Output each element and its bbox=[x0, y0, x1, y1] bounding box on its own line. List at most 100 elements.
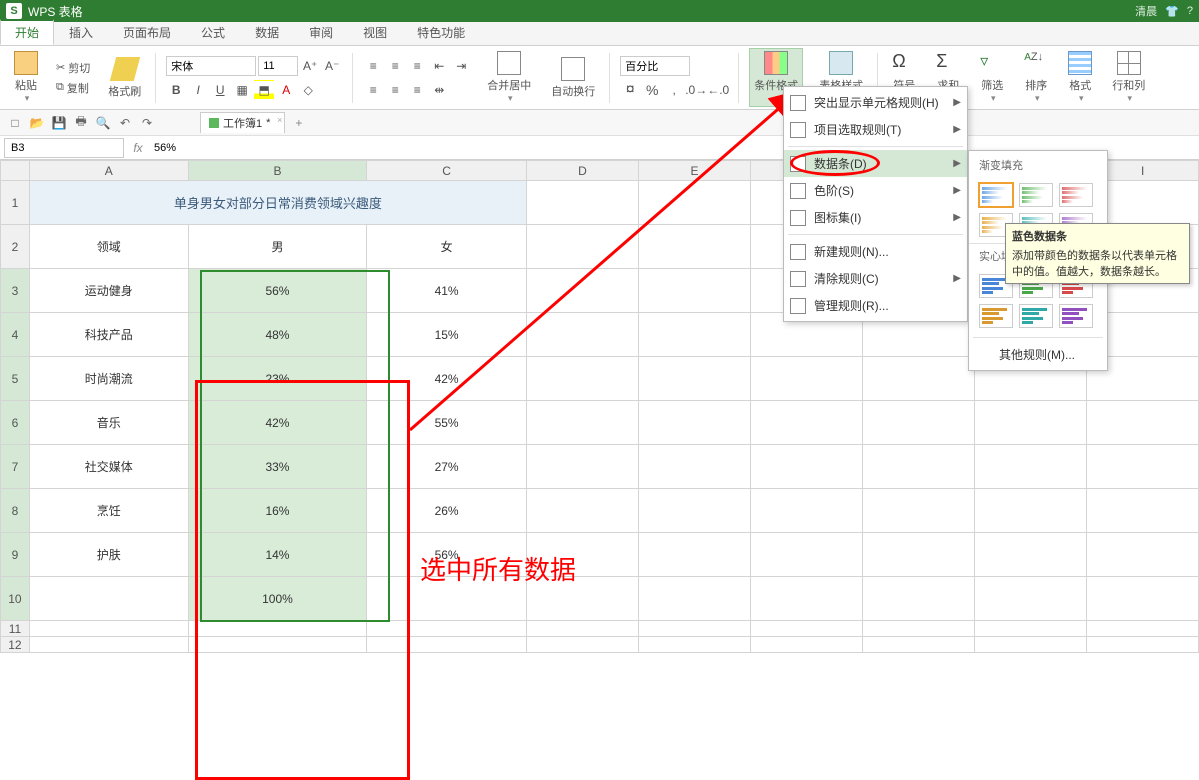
rowcol-button[interactable]: 行和列 bbox=[1108, 49, 1149, 106]
col-header-D[interactable]: D bbox=[526, 161, 638, 181]
close-tab-icon[interactable]: × bbox=[277, 115, 282, 125]
col-header-E[interactable]: E bbox=[638, 161, 750, 181]
cell[interactable]: 100% bbox=[188, 577, 367, 621]
tab-insert[interactable]: 插入 bbox=[54, 20, 108, 45]
filter-button[interactable]: 筛选 bbox=[976, 49, 1008, 106]
row-header[interactable]: 12 bbox=[1, 637, 30, 653]
cell[interactable]: 14% bbox=[188, 533, 367, 577]
data-bar-swatch[interactable] bbox=[979, 183, 1013, 207]
cell[interactable]: 运动健身 bbox=[29, 269, 188, 313]
decrease-font-button[interactable]: A⁻ bbox=[322, 56, 342, 76]
comma-button[interactable]: , bbox=[664, 80, 684, 100]
skin-icon[interactable]: 👕 bbox=[1165, 5, 1179, 18]
sort-button[interactable]: Z↓ 排序 bbox=[1020, 49, 1052, 106]
currency-button[interactable] bbox=[620, 80, 640, 100]
row-header[interactable]: 4 bbox=[1, 313, 30, 357]
cond-menu-item[interactable]: 项目选取规则(T)▶ bbox=[784, 116, 967, 143]
data-bar-swatch[interactable] bbox=[1019, 304, 1053, 328]
format-button[interactable]: 格式 bbox=[1064, 49, 1096, 106]
row-header[interactable]: 5 bbox=[1, 357, 30, 401]
print-button[interactable]: 🖶 bbox=[72, 114, 90, 132]
title-cell[interactable]: 单身男女对部分日常消费领域兴趣度 bbox=[29, 181, 526, 225]
row-header[interactable]: 8 bbox=[1, 489, 30, 533]
align-bottom-button[interactable]: ≡ bbox=[407, 56, 427, 76]
cell[interactable]: 41% bbox=[367, 269, 527, 313]
clear-format-button[interactable]: ◇ bbox=[298, 80, 318, 100]
cell[interactable]: 26% bbox=[367, 489, 527, 533]
indent-decrease-button[interactable]: ⇤ bbox=[429, 56, 449, 76]
other-rules-item[interactable]: 其他规则(M)... bbox=[969, 341, 1107, 368]
data-bar-swatch[interactable] bbox=[1019, 183, 1053, 207]
save-button[interactable]: 💾 bbox=[50, 114, 68, 132]
tab-view[interactable]: 视图 bbox=[348, 20, 402, 45]
font-color-button[interactable]: A bbox=[276, 80, 296, 100]
percent-button[interactable] bbox=[642, 80, 662, 100]
cell[interactable]: 42% bbox=[188, 401, 367, 445]
increase-font-button[interactable]: A⁺ bbox=[300, 56, 320, 76]
col-header-A[interactable]: A bbox=[29, 161, 188, 181]
border-button[interactable]: ▦ bbox=[232, 80, 252, 100]
tab-layout[interactable]: 页面布局 bbox=[108, 20, 186, 45]
format-painter-button[interactable]: 格式刷 bbox=[104, 55, 145, 101]
underline-button[interactable]: U bbox=[210, 80, 230, 100]
tab-review[interactable]: 审阅 bbox=[294, 20, 348, 45]
data-bar-swatch[interactable] bbox=[979, 304, 1013, 328]
indent-increase-button[interactable]: ⇥ bbox=[451, 56, 471, 76]
merge-across-button[interactable]: ⇹ bbox=[429, 80, 449, 100]
data-bar-swatch[interactable] bbox=[1059, 304, 1093, 328]
cell[interactable]: 领域 bbox=[29, 225, 188, 269]
undo-button[interactable]: ↶ bbox=[116, 114, 134, 132]
tab-start[interactable]: 开始 bbox=[0, 19, 54, 45]
increase-decimal-button[interactable]: .0→ bbox=[686, 80, 706, 100]
cell[interactable]: 护肤 bbox=[29, 533, 188, 577]
row-header[interactable]: 10 bbox=[1, 577, 30, 621]
cell[interactable]: 23% bbox=[188, 357, 367, 401]
fx-icon[interactable]: fx bbox=[128, 141, 148, 155]
align-top-button[interactable]: ≡ bbox=[363, 56, 383, 76]
cell[interactable]: 男 bbox=[188, 225, 367, 269]
row-header[interactable]: 2 bbox=[1, 225, 30, 269]
open-button[interactable]: 📂 bbox=[28, 114, 46, 132]
cond-menu-item[interactable]: 图标集(I)▶ bbox=[784, 204, 967, 231]
wrap-text-button[interactable]: 自动换行 bbox=[547, 55, 599, 101]
cell[interactable]: 16% bbox=[188, 489, 367, 533]
row-header[interactable]: 9 bbox=[1, 533, 30, 577]
row-header[interactable]: 3 bbox=[1, 269, 30, 313]
fill-color-button[interactable]: ⬒ bbox=[254, 80, 274, 100]
cell[interactable] bbox=[29, 577, 188, 621]
cell[interactable]: 社交媒体 bbox=[29, 445, 188, 489]
align-center-button[interactable]: ≡ bbox=[385, 80, 405, 100]
align-middle-button[interactable]: ≡ bbox=[385, 56, 405, 76]
workbook-tab[interactable]: 工作簿1* × bbox=[200, 112, 285, 133]
cond-menu-item[interactable]: 突出显示单元格规则(H)▶ bbox=[784, 89, 967, 116]
cell[interactable]: 烹饪 bbox=[29, 489, 188, 533]
cut-button[interactable]: ✂剪切 bbox=[54, 59, 92, 77]
cond-menu-item[interactable]: 数据条(D)▶ bbox=[784, 150, 967, 177]
number-format-select[interactable] bbox=[620, 56, 690, 76]
data-bar-swatch[interactable] bbox=[1059, 183, 1093, 207]
tab-data[interactable]: 数据 bbox=[240, 20, 294, 45]
cell[interactable]: 15% bbox=[367, 313, 527, 357]
row-header[interactable]: 7 bbox=[1, 445, 30, 489]
add-tab-button[interactable]: + bbox=[295, 116, 302, 130]
font-name-select[interactable] bbox=[166, 56, 256, 76]
cell[interactable]: 女 bbox=[367, 225, 527, 269]
row-header[interactable]: 6 bbox=[1, 401, 30, 445]
redo-button[interactable]: ↷ bbox=[138, 114, 156, 132]
cond-menu-item[interactable]: 色阶(S)▶ bbox=[784, 177, 967, 204]
help-icon[interactable]: ? bbox=[1187, 5, 1193, 17]
col-header-B[interactable]: B bbox=[188, 161, 367, 181]
cell[interactable]: 音乐 bbox=[29, 401, 188, 445]
cell[interactable]: 时尚潮流 bbox=[29, 357, 188, 401]
cell[interactable]: 科技产品 bbox=[29, 313, 188, 357]
row-header[interactable]: 11 bbox=[1, 621, 30, 637]
align-left-button[interactable]: ≡ bbox=[363, 80, 383, 100]
copy-button[interactable]: ⧉复制 bbox=[54, 79, 91, 97]
paste-button[interactable]: 粘贴 bbox=[10, 49, 42, 106]
bold-button[interactable]: B bbox=[166, 80, 186, 100]
decrease-decimal-button[interactable]: ←.0 bbox=[708, 80, 728, 100]
cell[interactable]: 56% bbox=[188, 269, 367, 313]
cond-menu-item[interactable]: 管理规则(R)... bbox=[784, 292, 967, 319]
cell[interactable]: 42% bbox=[367, 357, 527, 401]
cell[interactable]: 55% bbox=[367, 401, 527, 445]
